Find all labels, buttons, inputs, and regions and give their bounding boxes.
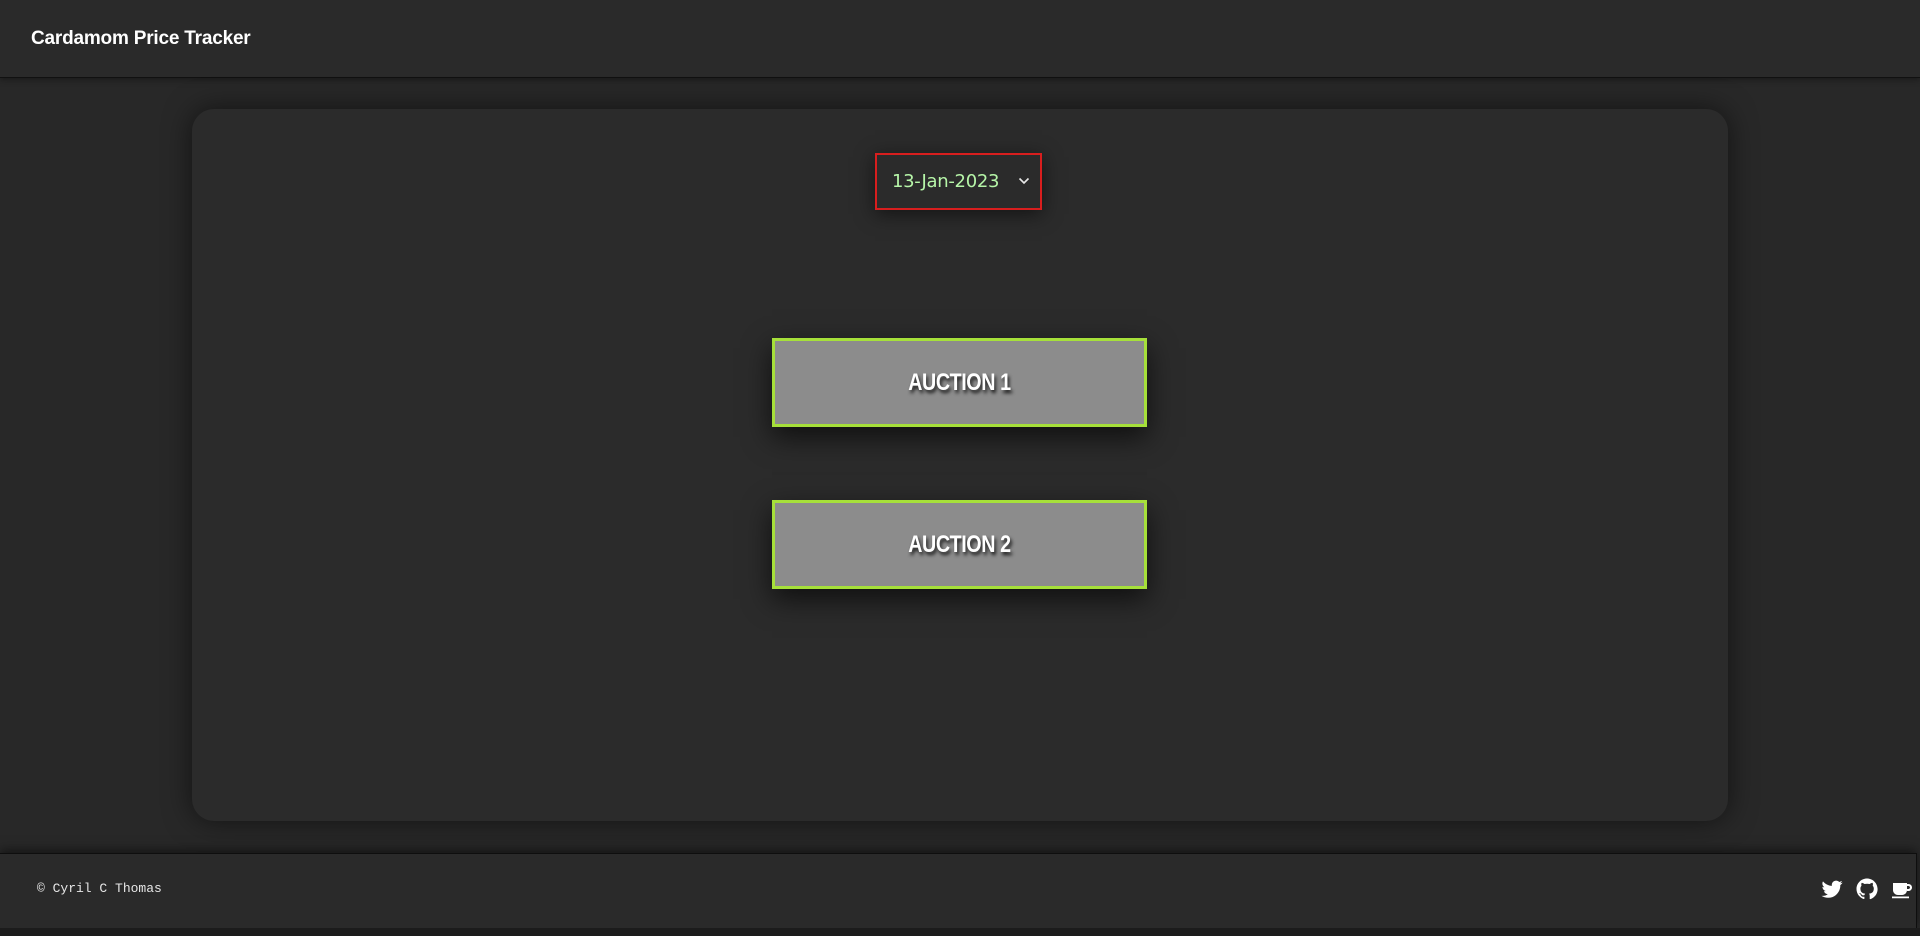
auction-1-button[interactable]: Auction 1 [772,338,1147,427]
copyright-text: © Cyril C Thomas [37,881,162,896]
main-card: 13-Jan-2023 Auction 1 Auction 2 [192,109,1728,821]
brand-title[interactable]: Cardamom Price Tracker [31,28,251,50]
auction-2-label: Auction 2 [908,530,1011,558]
twitter-icon[interactable] [1820,877,1844,901]
auction-2-button[interactable]: Auction 2 [772,500,1147,589]
top-navbar: Cardamom Price Tracker [0,0,1920,78]
footer: © Cyril C Thomas [0,853,1917,928]
coffee-icon[interactable] [1890,877,1914,901]
chevron-down-icon [1014,171,1034,191]
auction-1-label: Auction 1 [908,368,1011,396]
bottom-strip [0,928,1920,936]
github-icon[interactable] [1855,877,1879,901]
date-select-dropdown[interactable]: 13-Jan-2023 [875,153,1042,210]
selected-date: 13-Jan-2023 [892,171,1000,192]
